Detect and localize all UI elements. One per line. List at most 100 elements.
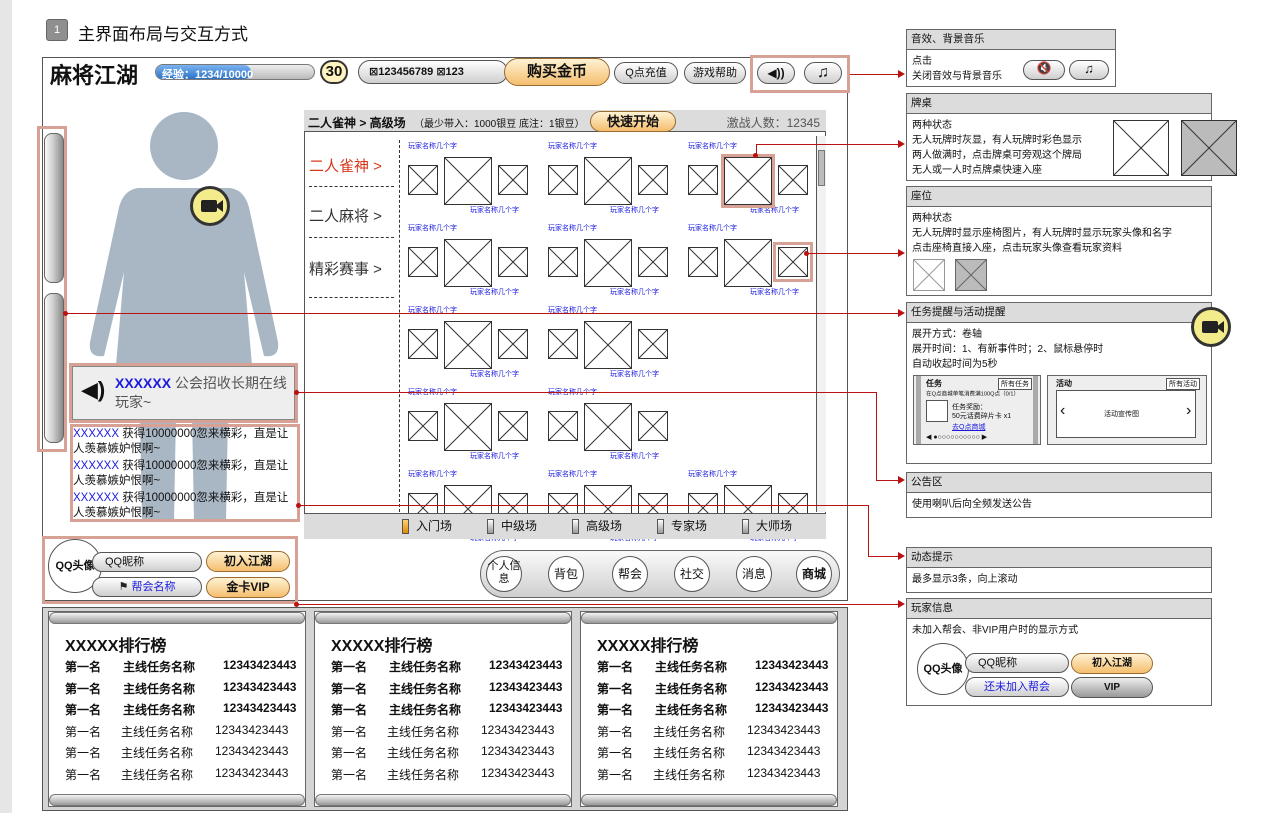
category-erren-majiang[interactable]: 二人麻将 >: [309, 205, 382, 226]
activity-scroll[interactable]: [44, 293, 64, 443]
seat-left[interactable]: [408, 165, 438, 195]
table-main[interactable]: [584, 321, 632, 369]
panel-dynamic: 动态提示 最多显示3条，向上滚动: [906, 547, 1212, 593]
table-main[interactable]: [444, 403, 492, 451]
bag-button[interactable]: 背包: [548, 556, 584, 592]
seat-right[interactable]: [498, 411, 528, 441]
seat-right[interactable]: [638, 411, 668, 441]
seat-name-bottom: 玩家名称几个字: [470, 371, 519, 378]
rank-position: 第一名: [65, 660, 102, 674]
table-main[interactable]: [584, 239, 632, 287]
tab-expert[interactable]: 专家场: [657, 517, 707, 537]
seat-name-top: 玩家名称几个字: [408, 471, 457, 478]
divider: [309, 237, 394, 238]
rank-task: 主线任务名称: [121, 767, 194, 782]
table-main[interactable]: [444, 239, 492, 287]
tab-intermediate[interactable]: 中级场: [487, 517, 537, 537]
tab-master[interactable]: 大师场: [742, 517, 792, 537]
seat-left[interactable]: [548, 165, 578, 195]
social-button[interactable]: 社交: [674, 556, 710, 592]
rank-task: 主线任务名称: [121, 724, 194, 739]
shop-button[interactable]: 商城: [796, 556, 832, 592]
speaker-icon[interactable]: ◀)): [757, 62, 795, 84]
seat-right[interactable]: [498, 165, 528, 195]
dynamic-feed: XXXXXX 获得10000000忽来横彩，直是让人羡慕嫉妒恨啊~ XXXXXX…: [70, 424, 300, 522]
message-button[interactable]: 消息: [736, 556, 772, 592]
table-main[interactable]: [584, 157, 632, 205]
breadcrumb-note: （最少带入：1000银豆 底注：1银豆）: [414, 119, 585, 130]
rank-score: 12343423443: [481, 765, 555, 780]
rank-task: 主线任务名称: [389, 660, 462, 674]
video-camera-icon[interactable]: [190, 186, 230, 226]
seat-right[interactable]: [638, 247, 668, 277]
table-main[interactable]: [444, 157, 492, 205]
rank-task: 主线任务名称: [123, 660, 196, 674]
rank-score: 12343423443: [489, 658, 563, 672]
rank-score: 12343423443: [223, 679, 297, 694]
scroll-thumb[interactable]: [818, 150, 825, 186]
quick-start-button[interactable]: 快速开始: [590, 111, 676, 132]
leaderboard: XXXXX排行榜 第一名 主线任务名称 12343423443 第一名 主线任务名称 123…: [314, 611, 572, 807]
guild-name[interactable]: ⚑ 帮会名称: [92, 577, 202, 597]
seat-right[interactable]: [498, 247, 528, 277]
tab-advanced[interactable]: 高级场: [572, 517, 622, 537]
seat-left[interactable]: [548, 411, 578, 441]
category-erren-queshen[interactable]: 二人雀神 >: [309, 155, 382, 176]
seat-left[interactable]: [688, 165, 718, 195]
rank-task: 主线任务名称: [389, 703, 462, 717]
game-help-button[interactable]: 游戏帮助: [684, 62, 746, 84]
seat-name-bottom: 玩家名称几个字: [470, 453, 519, 460]
seat-name-top: 玩家名称几个字: [688, 143, 737, 150]
rank-task: 主线任务名称: [123, 703, 196, 717]
seat-left[interactable]: [408, 329, 438, 359]
personal-info-button[interactable]: 个人信息: [486, 556, 522, 592]
hall-header: 二人雀神 > 高级场 （最少带入：1000银豆 底注：1银豆） 激战人数：123…: [304, 110, 826, 132]
table-main[interactable]: [444, 321, 492, 369]
rank-position: 第一名: [597, 660, 634, 674]
rank-score: 12343423443: [755, 658, 829, 672]
qq-avatar-sample: QQ头像: [917, 643, 969, 695]
seat-right[interactable]: [778, 165, 808, 195]
table-main[interactable]: [724, 239, 772, 287]
panel-task: 任务提醒与活动提醒 展开方式：卷轴 展开时间：1、有新事件时；2、鼠标悬停时 自动收…: [906, 302, 1231, 464]
buy-coins-button[interactable]: 购买金币: [504, 58, 610, 86]
guild-button[interactable]: 帮会: [612, 556, 648, 592]
vip-button[interactable]: 金卡VIP: [206, 577, 290, 598]
recharge-button[interactable]: Q点充值: [614, 62, 678, 84]
seat-occupied-sample: [955, 259, 987, 291]
panel-player: 玩家信息 未加入帮会、非VIP用户时的显示方式 QQ头像 QQ昵称 还未加入帮会…: [906, 598, 1212, 706]
rank-position: 第一名: [65, 724, 102, 739]
video-camera-icon[interactable]: [1191, 307, 1231, 347]
hall-scrollbar[interactable]: [816, 136, 826, 512]
tab-beginner[interactable]: 入门场: [402, 517, 452, 537]
leaderboard-title: XXXXX排行榜: [65, 638, 167, 655]
seat-name-top: 玩家名称几个字: [548, 225, 597, 232]
rank-score: 12343423443: [215, 744, 289, 758]
feed-item: XXXXXX 获得10000000忽来横彩，直是让人羡慕嫉妒恨啊~: [73, 460, 289, 487]
section-number: 1: [46, 19, 68, 41]
rank-task: 主线任务名称: [389, 681, 462, 696]
category-events[interactable]: 精彩赛事 >: [309, 258, 382, 279]
task-scroll-preview: 任务 所有任务 在Q点商城单笔消费满100Q点（0/1） 任务奖励： 50元话费…: [913, 375, 1041, 445]
seat-right[interactable]: [638, 329, 668, 359]
app-logo: 麻将江湖: [50, 63, 139, 88]
table-main[interactable]: [584, 403, 632, 451]
divider: [399, 140, 400, 512]
seat-left[interactable]: [408, 411, 438, 441]
mute-music-icon[interactable]: ♫: [1069, 60, 1109, 80]
seat-name-bottom: 玩家名称几个字: [610, 289, 659, 296]
seat-left[interactable]: [548, 329, 578, 359]
seat-left[interactable]: [688, 247, 718, 277]
music-note-icon[interactable]: ♫: [804, 62, 842, 84]
seat-name-top: 玩家名称几个字: [408, 143, 457, 150]
seat-right[interactable]: [498, 329, 528, 359]
mute-sound-icon[interactable]: 🔇: [1023, 60, 1065, 80]
rank-position: 第一名: [597, 703, 634, 717]
task-scroll[interactable]: [44, 133, 64, 283]
seat-right[interactable]: [638, 165, 668, 195]
table-active-sample: [1181, 120, 1237, 176]
seat-left[interactable]: [408, 247, 438, 277]
seat-left[interactable]: [548, 247, 578, 277]
seat-name-top: 玩家名称几个字: [548, 143, 597, 150]
rank-title-button[interactable]: 初入江湖: [206, 551, 290, 572]
